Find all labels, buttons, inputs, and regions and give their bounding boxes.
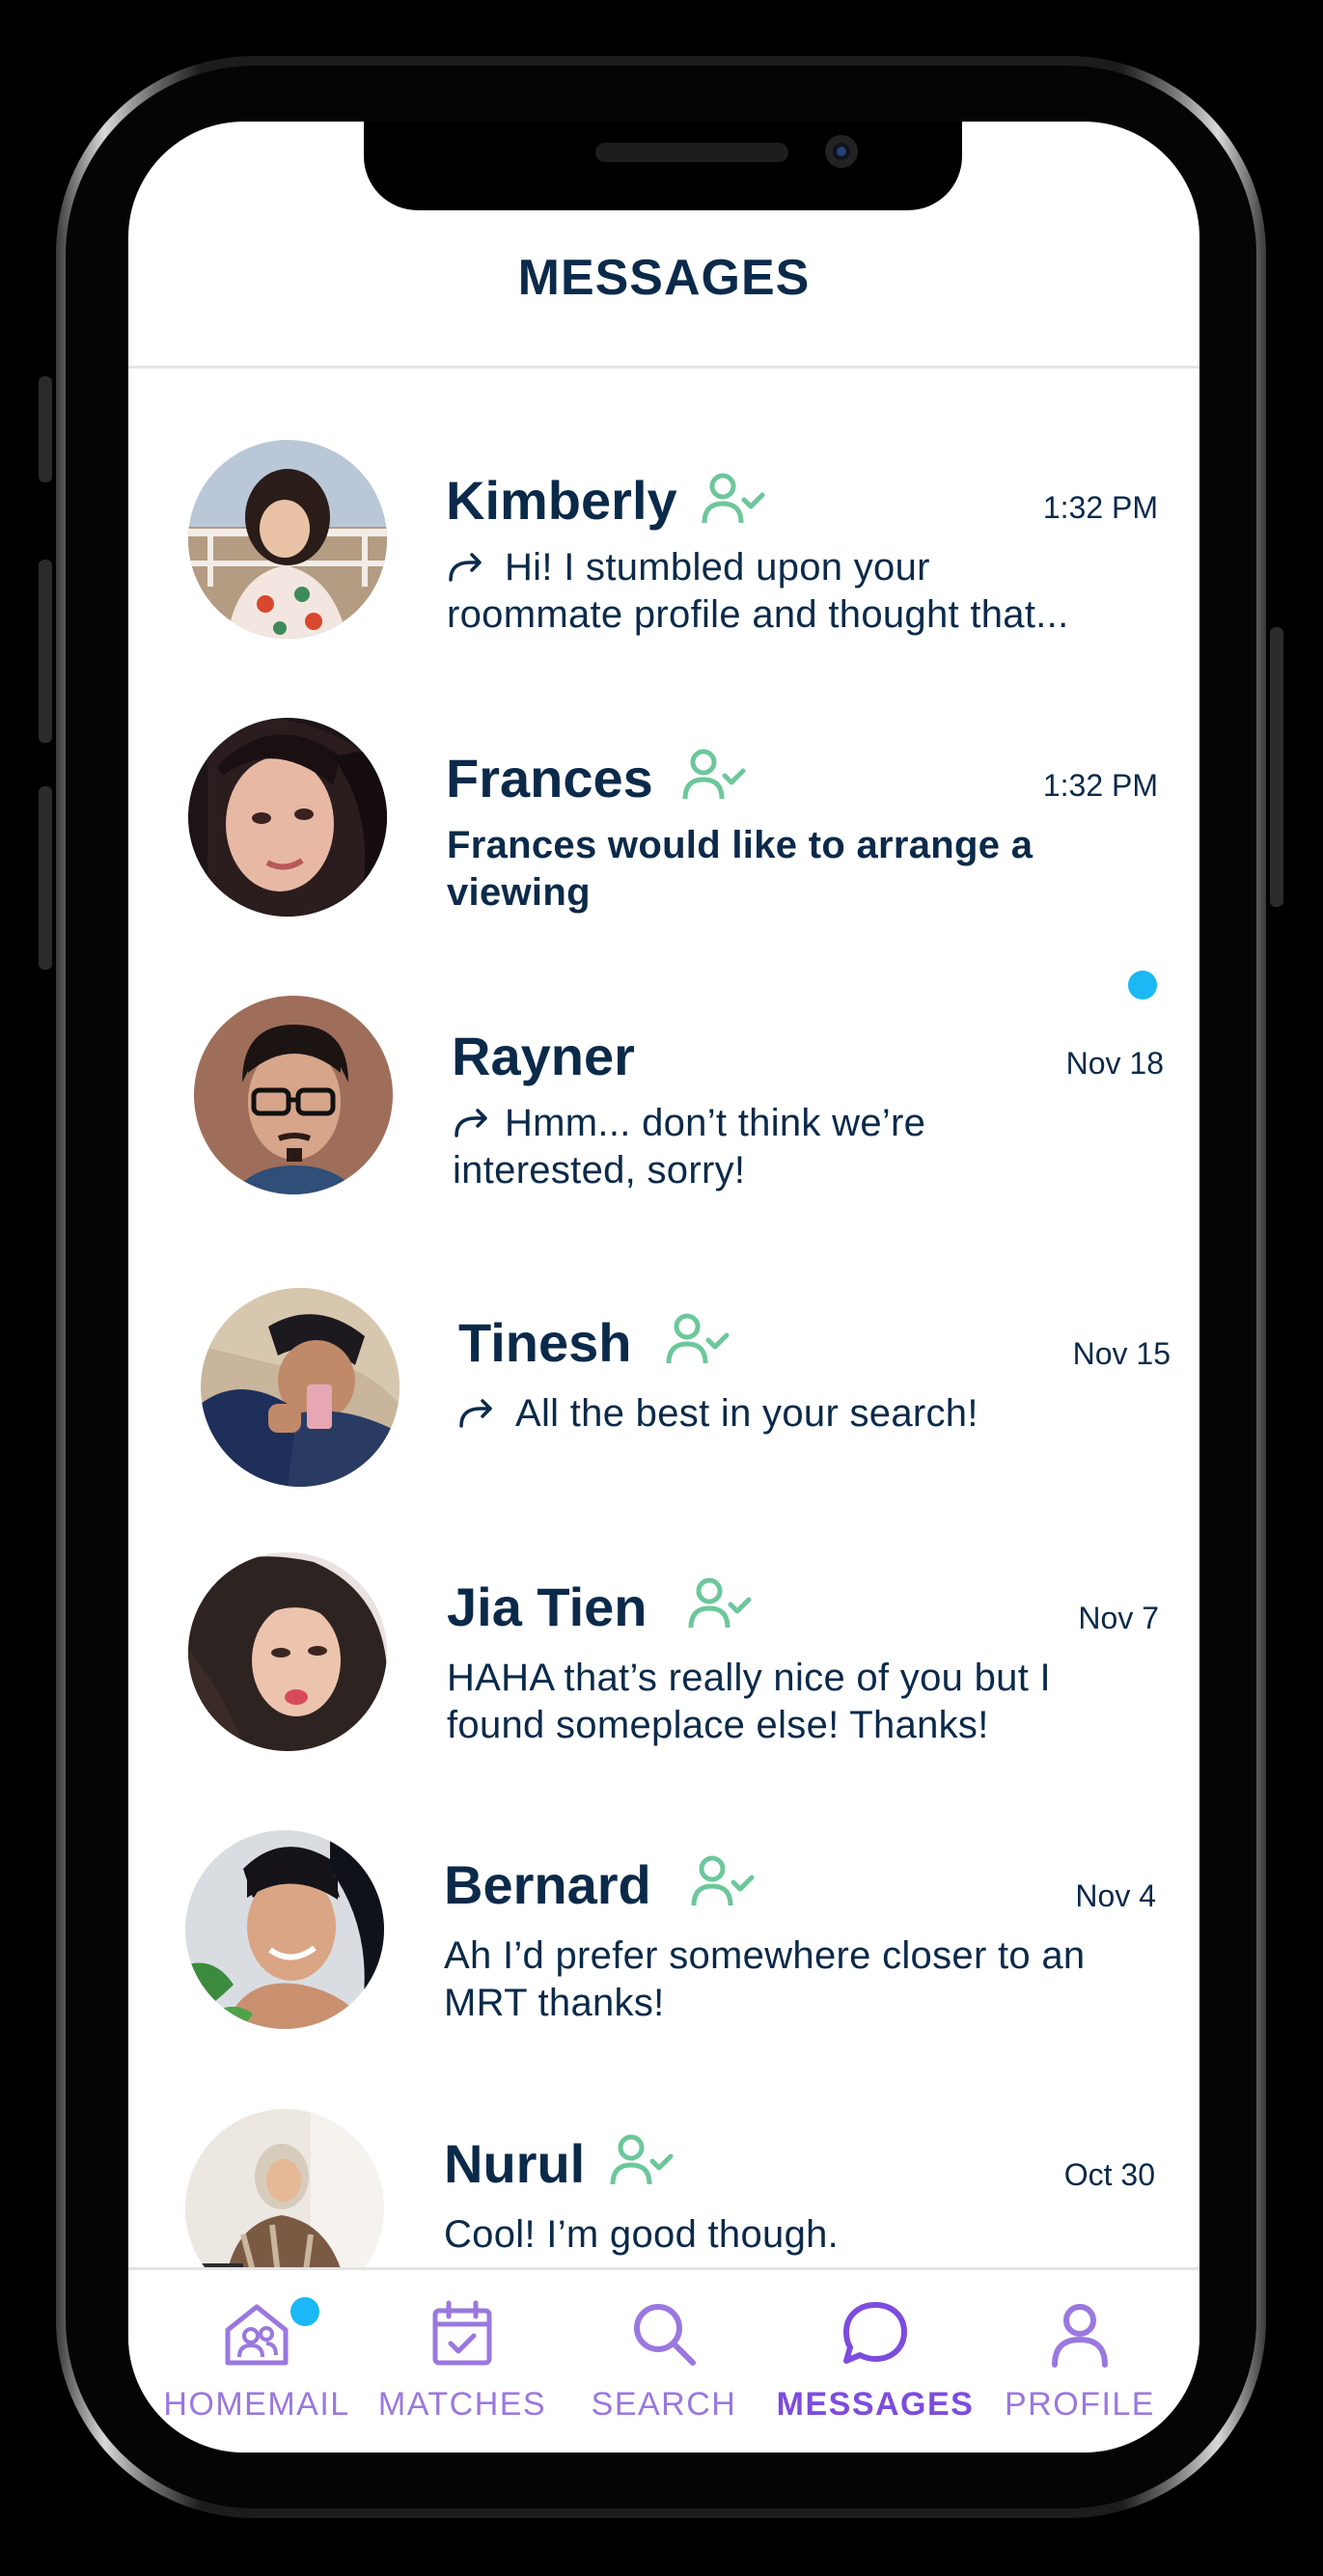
avatar (188, 718, 387, 917)
message-preview-text: Ah I’d prefer somewhere closer to an MRT… (444, 1934, 1086, 2024)
contact-name: Kimberly (446, 470, 677, 531)
page-title: MESSAGES (517, 250, 811, 306)
message-time: Nov 7 (1078, 1601, 1159, 1635)
conversation-row[interactable]: Tinesh Nov 15 All the best in your searc… (128, 1288, 1199, 1510)
notch (364, 122, 962, 210)
message-preview: Hmm... don’t think we’re interested, sor… (453, 1100, 1109, 1194)
message-preview: Hi! I stumbled upon your roommate profil… (447, 544, 1103, 639)
nav-label: PROFILE (1005, 2386, 1155, 2423)
power-button (1270, 627, 1283, 907)
message-preview-text: Cool! I’m good though. (444, 2213, 840, 2256)
avatar (185, 1830, 384, 2029)
volume-down-button (39, 786, 52, 970)
conversation-row[interactable]: Kimberly 1:32 PM Hi! I stumbled upon you… (128, 440, 1199, 662)
forward-arrow-icon (455, 1109, 487, 1137)
message-preview-text: Hi! I stumbled upon your roommate profil… (447, 546, 1069, 636)
nav-item-homemail[interactable]: HOMEMAIL (155, 2289, 358, 2434)
message-preview: All the best in your search! (457, 1390, 1114, 1438)
conversation-row[interactable]: Jia Tien Nov 7 HAHA that’s really nice o… (128, 1552, 1199, 1774)
friend-check-icon (688, 1577, 752, 1629)
forward-arrow-icon (459, 1399, 492, 1428)
search-icon (634, 2304, 696, 2366)
contact-name: Rayner (452, 1026, 635, 1086)
avatar (188, 440, 387, 639)
friend-check-icon (682, 749, 746, 800)
bottom-nav: HOMEMAIL MATCHES SEARCH MESSAGES PROFILE (128, 2267, 1199, 2453)
volume-up-button (39, 560, 52, 743)
contact-name: Nurul (444, 2133, 586, 2194)
message-time: 1:32 PM (1042, 768, 1158, 803)
message-preview-text: Frances would like to arrange a viewing (447, 824, 1034, 914)
nav-item-profile[interactable]: PROFILE (978, 2289, 1181, 2434)
avatar (201, 1288, 400, 1487)
friend-check-icon (666, 1313, 730, 1364)
conversation-row[interactable]: Frances 1:32 PM Frances would like to ar… (128, 718, 1199, 1000)
friend-check-icon (691, 1855, 755, 1906)
nav-item-messages[interactable]: MESSAGES (774, 2289, 977, 2434)
conversation-row[interactable]: Bernard Nov 4 Ah I’d prefer somewhere cl… (128, 1830, 1199, 2052)
message-time: Nov 15 (1072, 1336, 1171, 1371)
chat-bubble-icon (843, 2302, 907, 2364)
camera-lens-icon (825, 135, 858, 168)
silent-switch (39, 376, 52, 482)
message-preview-text: HAHA that’s really nice of you but I fou… (447, 1657, 1051, 1746)
contact-name: Tinesh (458, 1312, 632, 1373)
nav-label: SEARCH (591, 2386, 737, 2423)
message-preview-text: All the best in your search! (515, 1392, 978, 1435)
message-time: Oct 30 (1063, 2157, 1155, 2192)
home-people-icon (225, 2304, 289, 2366)
speaker-grill (595, 143, 788, 162)
notification-badge (290, 2297, 319, 2326)
friend-check-icon (610, 2134, 674, 2185)
contact-name: Bernard (444, 1854, 651, 1915)
forward-arrow-icon (449, 553, 482, 582)
conversation-row[interactable]: Rayner Nov 18 Hmm... don’t think we’re i… (128, 996, 1199, 1218)
nav-item-matches[interactable]: MATCHES (361, 2289, 564, 2434)
message-time: Nov 4 (1075, 1878, 1156, 1913)
nav-item-search[interactable]: SEARCH (563, 2289, 765, 2434)
contact-name: Jia Tien (447, 1576, 648, 1637)
contact-name: Frances (446, 748, 653, 808)
app-screen: MESSAGES Kimberly 1:32 PM Hi! I stumbled… (128, 122, 1199, 2453)
avatar (188, 1552, 387, 1751)
person-icon (1052, 2304, 1108, 2368)
avatar (194, 996, 393, 1194)
message-preview-text: Hmm... don’t think we’re interested, sor… (453, 1102, 926, 1192)
friend-check-icon (702, 473, 765, 524)
message-time: Nov 18 (1065, 1046, 1164, 1081)
calendar-check-icon (432, 2300, 492, 2366)
message-time: 1:32 PM (1042, 490, 1158, 525)
